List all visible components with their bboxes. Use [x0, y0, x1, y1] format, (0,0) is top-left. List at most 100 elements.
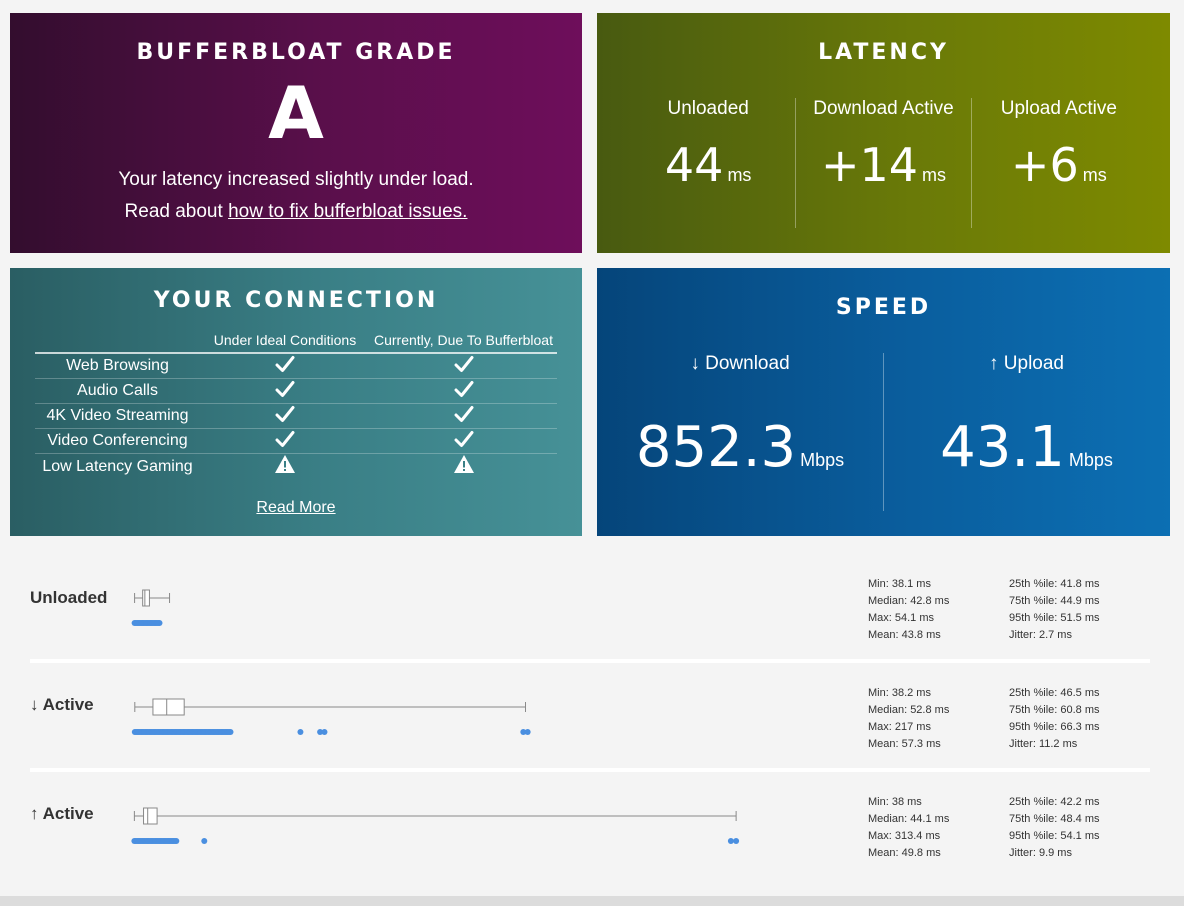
speed-upload: ↑ Upload 43.1 Mbps [883, 353, 1169, 511]
speed-card: SPEED ↓ Download 852.3 Mbps ↑ Upload 43.1… [597, 268, 1170, 536]
latency-unloaded: Unloaded 44 ms [621, 98, 795, 228]
checkmark-icon [275, 380, 295, 398]
download-unit: Mbps [800, 450, 845, 470]
stat-median: Median: 52.8 ms [868, 704, 950, 716]
iqr-box [143, 807, 158, 825]
checkmark-icon [275, 355, 295, 373]
boxplot-upload-active: ↑ Active Min: 38 ms Median: 44.1 ms Max:… [30, 793, 1150, 868]
checkmark-icon [275, 405, 295, 423]
sample-dot [156, 620, 163, 626]
current-status [370, 454, 557, 479]
fix-bufferbloat-link[interactable]: how to fix bufferbloat issues. [228, 201, 467, 222]
latency-upload-active: Upload Active +6 ms [970, 98, 1146, 228]
boxplot-chart [131, 589, 171, 626]
boxplot-unloaded: Unloaded Min: 38.1 ms Median: 42.8 ms Ma… [30, 575, 1150, 650]
connection-row: Audio Calls [35, 379, 557, 404]
connection-row-label: Low Latency Gaming [42, 457, 193, 475]
latency-columns: Unloaded 44 ms Download Active +14 ms Uplo… [621, 98, 1146, 228]
connection-rows: Web Browsing Audio Calls 4K Video Streamin… [35, 354, 557, 479]
stat-mean: Mean: 43.8 ms [868, 629, 941, 641]
stat-median: Median: 44.1 ms [868, 813, 950, 825]
stat-p95: 95th %ile: 66.3 ms [1009, 721, 1100, 733]
download-value: 852.3 [635, 415, 797, 480]
stat-max: Max: 54.1 ms [868, 612, 935, 624]
stat-max: Max: 313.4 ms [868, 830, 941, 842]
stat-jitter: Jitter: 11.2 ms [1009, 738, 1078, 750]
outlier-dot [297, 729, 304, 735]
download-value-wrap: 852.3 Mbps [597, 415, 883, 480]
grade-letter: A [268, 71, 324, 155]
outlier-dot [321, 729, 328, 735]
latency-label: Download Active [813, 98, 954, 119]
stat-mean: Mean: 57.3 ms [868, 738, 941, 750]
stat-p95: 95th %ile: 54.1 ms [1009, 830, 1100, 842]
latency-title: LATENCY [818, 40, 949, 65]
header-current: Currently, Due To Bufferbloat [374, 332, 553, 348]
connection-row: Low Latency Gaming [35, 454, 557, 479]
download-label: ↓ Download [690, 353, 790, 374]
stat-jitter: Jitter: 9.9 ms [1009, 847, 1072, 859]
boxplot-stats-right: 25th %ile: 42.2 ms 75th %ile: 48.4 ms 95… [1009, 794, 1100, 862]
iqr-box [152, 698, 185, 716]
connection-row: Video Conferencing [35, 429, 557, 454]
boxplot-stats-left: Min: 38 ms Median: 44.1 ms Max: 313.4 ms… [868, 794, 949, 862]
connection-table: Under Ideal Conditions Currently, Due To… [35, 328, 557, 479]
ideal-status [200, 355, 370, 378]
iqr-box [142, 589, 150, 607]
boxplot-stats-right: 25th %ile: 41.8 ms 75th %ile: 44.9 ms 95… [1009, 576, 1100, 644]
stat-min: Min: 38 ms [868, 796, 922, 808]
upload-label: ↑ Upload [989, 353, 1064, 374]
outlier-dot [524, 729, 531, 735]
latency-unit: ms [922, 165, 947, 185]
latency-value: +6 [1010, 138, 1079, 192]
grade-description: Your latency increased slightly under lo… [118, 169, 474, 190]
ideal-status [200, 380, 370, 403]
latency-unit: ms [1082, 165, 1107, 185]
stat-p75: 75th %ile: 48.4 ms [1009, 813, 1100, 825]
stat-max: Max: 217 ms [868, 721, 931, 733]
boxplot-stats-left: Min: 38.1 ms Median: 42.8 ms Max: 54.1 m… [868, 576, 949, 644]
boxplot-chart [131, 698, 531, 735]
connection-title: YOUR CONNECTION [153, 288, 439, 313]
latency-value: 44 [664, 138, 724, 192]
bottom-bar [0, 896, 1184, 906]
speed-columns: ↓ Download 852.3 Mbps ↑ Upload 43.1 Mbps [597, 353, 1170, 511]
boxplot-stats-right: 25th %ile: 46.5 ms 75th %ile: 60.8 ms 95… [1009, 685, 1100, 753]
connection-row: Web Browsing [35, 354, 557, 379]
upload-value-wrap: 43.1 Mbps [884, 415, 1169, 480]
latency-label: Upload Active [1000, 98, 1117, 119]
latency-value-wrap: +6 ms [972, 138, 1146, 192]
connection-row-label: Web Browsing [66, 357, 169, 374]
stat-mean: Mean: 49.8 ms [868, 847, 941, 859]
warning-icon [453, 454, 475, 474]
upload-unit: Mbps [1068, 450, 1113, 470]
boxplot-label: ↑ Active [30, 804, 94, 823]
checkmark-icon [454, 380, 474, 398]
outlier-dot [201, 838, 208, 844]
read-more-link[interactable]: Read More [10, 499, 582, 517]
bufferbloat-grade-card: BUFFERBLOAT GRADE A Your latency increas… [10, 13, 582, 253]
connection-row-label: 4K Video Streaming [46, 407, 189, 424]
header-ideal: Under Ideal Conditions [213, 332, 357, 348]
grade-fix-prefix: Read about [124, 201, 229, 222]
divider [30, 768, 1150, 772]
latency-download-active: Download Active +14 ms [795, 98, 970, 228]
checkmark-icon [454, 355, 474, 373]
grade-fix-line: Read about how to fix bufferbloat issues… [10, 196, 582, 228]
connection-card: YOUR CONNECTION Under Ideal Conditions C… [10, 268, 582, 536]
stat-p25: 25th %ile: 42.2 ms [1009, 796, 1100, 808]
latency-value-wrap: +14 ms [796, 138, 970, 192]
grade-title: BUFFERBLOAT GRADE [136, 40, 456, 65]
ideal-status [200, 405, 370, 428]
connection-row-label: Video Conferencing [47, 432, 188, 449]
connection-row: 4K Video Streaming [35, 404, 557, 429]
stat-p75: 75th %ile: 44.9 ms [1009, 595, 1100, 607]
connection-table-header: Under Ideal Conditions Currently, Due To… [35, 328, 557, 354]
boxplot-label: Unloaded [30, 588, 108, 607]
current-status [370, 380, 557, 403]
stat-p25: 25th %ile: 46.5 ms [1009, 687, 1100, 699]
ideal-status [200, 454, 370, 479]
sample-dot [173, 838, 180, 844]
latency-label: Unloaded [667, 98, 749, 119]
outlier-dot [733, 838, 740, 844]
